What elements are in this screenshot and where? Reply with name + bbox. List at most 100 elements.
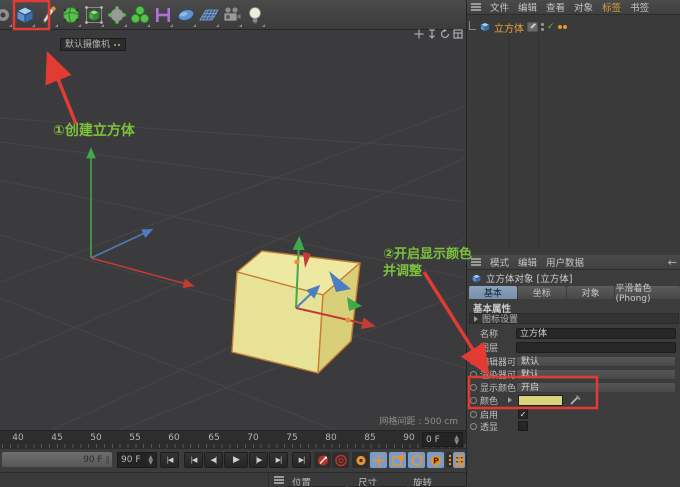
- hamburger-menu-icon[interactable]: [274, 476, 284, 484]
- menu-tags[interactable]: 标签: [602, 0, 621, 14]
- jump-start-button[interactable]: |◀: [160, 452, 179, 468]
- cube-primitive-icon[interactable]: [13, 2, 36, 28]
- name-input[interactable]: 立方体: [516, 327, 676, 339]
- record-parameter-button[interactable]: P: [427, 452, 444, 468]
- enabled-checkbox[interactable]: ✓: [518, 409, 528, 419]
- object-manager[interactable]: 立方体 ✓: [467, 15, 680, 252]
- attr-label: 颜色: [480, 396, 499, 407]
- visibility-dots-icon[interactable]: [541, 23, 544, 31]
- end-frame-field[interactable]: 90 F ▲ ▼: [117, 452, 157, 468]
- keyframe-ring-icon[interactable]: [470, 422, 477, 430]
- current-frame-field[interactable]: 0 F ▲ ▼: [422, 432, 463, 447]
- record-scale-button[interactable]: [389, 452, 406, 468]
- record-position-button[interactable]: [370, 452, 387, 468]
- record-rotation-button[interactable]: [408, 452, 425, 468]
- annotation-step1: ①创建立方体: [53, 123, 135, 139]
- preview-range-slider[interactable]: 90 F ||: [2, 452, 112, 467]
- subdivision-surface-icon[interactable]: [59, 2, 82, 28]
- hamburger-menu-icon[interactable]: [471, 3, 481, 11]
- tick-label: 65: [208, 433, 220, 443]
- spline-helper-icon[interactable]: [151, 2, 174, 28]
- tab-coordinates[interactable]: 坐标: [517, 286, 566, 299]
- menu-userdata[interactable]: 用户数据: [546, 255, 584, 269]
- spinner-arrows-icon[interactable]: ▲ ▼: [454, 434, 459, 445]
- attr-row-display-color: 显示颜色 开启: [467, 381, 680, 394]
- editor-visible-dropdown[interactable]: 默认: [516, 355, 676, 367]
- phong-tag-icon[interactable]: [557, 25, 567, 29]
- display-color-dropdown[interactable]: 开启: [516, 381, 676, 393]
- attr-label: 显示颜色: [480, 383, 517, 394]
- eyedropper-icon[interactable]: [569, 394, 582, 409]
- floor-disc-icon[interactable]: [174, 2, 197, 28]
- object-manager-menubar: 文件 编辑 查看 对象 标签 书签: [467, 0, 680, 15]
- camera-icon[interactable]: [220, 2, 243, 28]
- camera-hud-icons: [113, 41, 122, 48]
- environment-grid-icon[interactable]: [197, 2, 220, 28]
- tick-label: 80: [325, 433, 337, 443]
- keyframe-selection-button[interactable]: [352, 452, 369, 468]
- icon-settings-group[interactable]: 图标设置: [469, 313, 679, 325]
- hamburger-menu-icon[interactable]: [471, 258, 481, 266]
- generator-cube-icon[interactable]: [82, 2, 105, 28]
- attr-label: 名称: [480, 329, 499, 340]
- attribute-object-title: 立方体对象 [立方体]: [486, 274, 573, 285]
- pen-spline-icon[interactable]: [36, 2, 59, 28]
- mograph-cloner-icon[interactable]: [128, 2, 151, 28]
- next-key-button[interactable]: ▶|: [269, 452, 288, 468]
- light-icon[interactable]: [243, 2, 266, 28]
- tab-basic[interactable]: 基本: [469, 286, 517, 299]
- range-grip[interactable]: ||: [106, 455, 111, 464]
- xray-checkbox[interactable]: [518, 421, 528, 431]
- tick-label: 50: [90, 433, 102, 443]
- range-end-label: 90 F: [83, 454, 103, 465]
- pan-icon[interactable]: [414, 28, 424, 39]
- deformer-sphere-icon[interactable]: [105, 2, 128, 28]
- prev-key-button[interactable]: |◀: [184, 452, 203, 468]
- dolly-icon[interactable]: [427, 28, 437, 39]
- viewport-3d[interactable]: 默认摄像机 网格间距 : 500 cm ①创建立方体 ②开启显示颜色 并调整: [0, 28, 472, 430]
- viewport-nav-controls: [414, 28, 463, 39]
- record-active-objects-button[interactable]: [314, 452, 331, 468]
- keyframe-ring-icon[interactable]: [470, 396, 477, 404]
- menu-edit[interactable]: 编辑: [518, 0, 537, 14]
- spinner-arrows-icon[interactable]: ▲ ▼: [148, 455, 153, 466]
- menu-bookmarks[interactable]: 书签: [630, 0, 649, 14]
- toggle-views-icon[interactable]: [453, 28, 463, 39]
- keyframe-ring-icon[interactable]: [470, 357, 477, 365]
- film-strip-button[interactable]: [453, 452, 465, 468]
- next-frame-button[interactable]: |▶: [249, 452, 268, 468]
- menu-view[interactable]: 查看: [546, 0, 565, 14]
- object-row-cube[interactable]: 立方体 ✓: [469, 20, 567, 35]
- gear-icon[interactable]: [0, 2, 13, 28]
- attr-label: 图层: [480, 343, 499, 354]
- jump-end-button[interactable]: ▶|: [292, 452, 311, 468]
- menu-file[interactable]: 文件: [490, 0, 509, 14]
- attr-label: 透显: [480, 422, 499, 433]
- menu-objects[interactable]: 对象: [574, 0, 593, 14]
- attr-row-name: 名称 立方体: [467, 327, 680, 340]
- timeline-ruler[interactable]: 40 45 50 55 60 65 70 75 80 85 90 0 F ▲ ▼: [0, 430, 466, 448]
- object-name[interactable]: 立方体: [494, 20, 524, 35]
- prev-frame-button[interactable]: ◀|: [204, 452, 223, 468]
- camera-hud[interactable]: 默认摄像机: [60, 38, 127, 51]
- color-swatch[interactable]: [518, 394, 563, 406]
- cube-object-icon: [471, 273, 482, 283]
- keyframe-ring-icon[interactable]: [470, 410, 477, 418]
- grid-spacing-label: 网格间距 : 500 cm: [379, 417, 458, 427]
- play-button[interactable]: ▶: [224, 452, 248, 468]
- expand-arrow-icon[interactable]: [508, 397, 512, 403]
- renderer-visible-dropdown[interactable]: 默认: [516, 368, 676, 380]
- coordinate-manager: 位置 尺寸 旋转: [268, 473, 466, 487]
- rotate-view-icon[interactable]: [440, 28, 450, 39]
- edit-tag-icon[interactable]: [527, 22, 538, 32]
- autokeying-button[interactable]: [332, 452, 349, 468]
- layer-input[interactable]: [516, 341, 676, 353]
- tab-object[interactable]: 对象: [566, 286, 615, 299]
- menu-mode[interactable]: 模式: [490, 255, 509, 269]
- keyframe-ring-icon[interactable]: [470, 383, 477, 391]
- tab-phong[interactable]: 平滑着色(Phong): [615, 284, 680, 304]
- menu-edit[interactable]: 编辑: [518, 255, 537, 269]
- keyframe-ring-icon[interactable]: [470, 370, 477, 378]
- enabled-check-icon[interactable]: ✓: [547, 22, 555, 32]
- history-back-icon[interactable]: ←: [668, 256, 677, 269]
